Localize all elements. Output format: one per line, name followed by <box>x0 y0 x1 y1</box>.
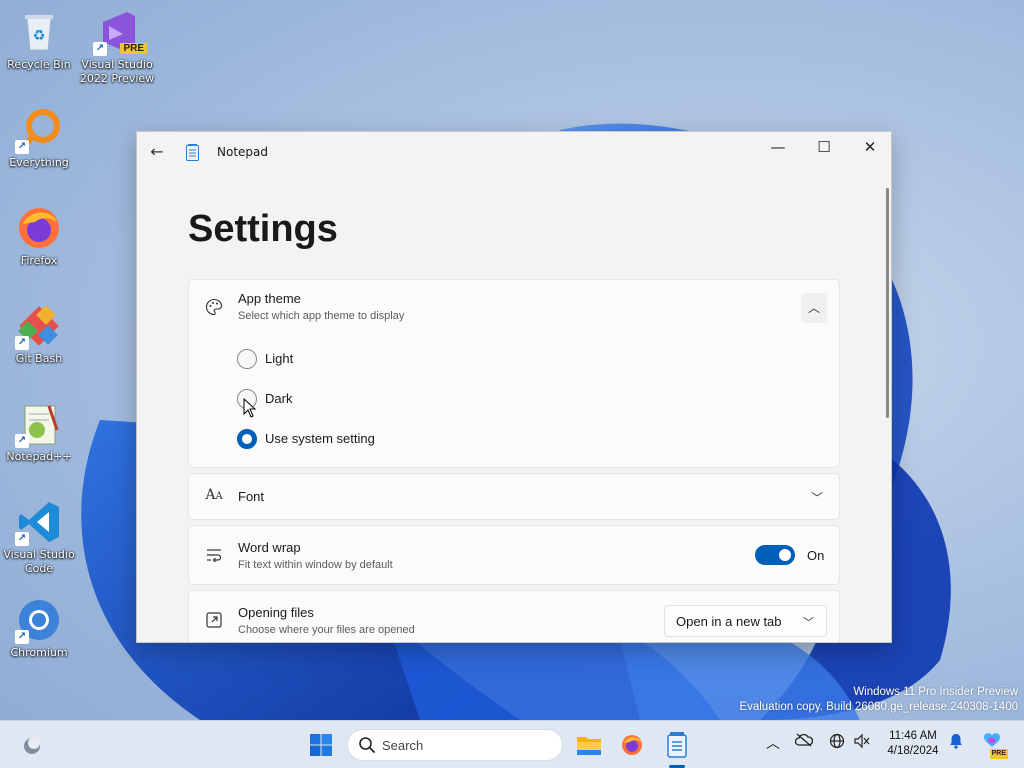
globe-network-icon[interactable] <box>826 733 848 753</box>
desktop-icon-label: Chromium <box>10 646 68 659</box>
evaluation-watermark: Windows 11 Pro Insider Preview Evaluatio… <box>739 685 1018 715</box>
firefox-icon[interactable] <box>616 729 648 761</box>
window-title: Notepad <box>217 145 268 159</box>
clock-date: 4/18/2024 <box>887 745 939 757</box>
font-heading: Font <box>238 489 265 504</box>
app-theme-heading: App theme <box>238 291 301 306</box>
watermark-line-2: Evaluation copy. Build 26080.ge_release.… <box>739 701 1018 713</box>
back-arrow-icon[interactable]: ← <box>147 142 167 162</box>
everything-search-icon: ↗ <box>15 106 63 154</box>
desktop-icon-notepad-plus-plus[interactable]: ↗ Notepad++ <box>1 400 77 464</box>
preview-badge: PRE <box>120 43 147 54</box>
shortcut-arrow-icon: ↗ <box>15 532 29 546</box>
notepad-icon[interactable] <box>661 729 693 761</box>
word-wrap-toggle[interactable] <box>755 545 795 565</box>
copilot-preview-badge: PRE <box>989 749 1008 759</box>
desktop-icon-label: Visual Studio 2022 Preview <box>79 58 155 85</box>
theme-option-label: Dark <box>265 391 293 406</box>
page-title: Settings <box>188 208 338 250</box>
theme-option-label: Use system setting <box>265 431 375 446</box>
desktop-icon-firefox[interactable]: Firefox <box>1 204 77 268</box>
onedrive-offline-icon[interactable] <box>793 733 815 751</box>
opening-files-selected-value: Open in a new tab <box>676 614 782 629</box>
radio-button-selected[interactable] <box>237 429 257 449</box>
shortcut-arrow-icon: ↗ <box>15 336 29 350</box>
font-icon: AA <box>205 487 223 503</box>
search-placeholder: Search <box>382 738 424 753</box>
font-card[interactable]: AA Font ﹀ <box>188 473 840 520</box>
chromium-icon: ↗ <box>15 596 63 644</box>
search-icon <box>358 736 376 754</box>
shortcut-arrow-icon: ↗ <box>15 630 29 644</box>
desktop-icon-vscode[interactable]: ↗ Visual Studio Code <box>1 498 77 576</box>
chevron-down-icon[interactable]: ﹀ <box>811 489 823 506</box>
minimize-button[interactable]: — <box>755 132 801 162</box>
notification-bell-icon[interactable] <box>945 733 967 753</box>
notepad-plus-plus-icon: ↗ <box>15 400 63 448</box>
title-bar[interactable]: ← Notepad — ☐ ✕ <box>137 132 891 172</box>
open-in-window-icon <box>204 611 224 631</box>
show-hidden-icons-chevron-icon[interactable]: ︿ <box>762 733 784 753</box>
git-bash-icon: ↗ <box>15 302 63 350</box>
toggle-knob <box>779 549 791 561</box>
desktop-icon-everything[interactable]: ↗ Everything <box>1 106 77 170</box>
app-theme-description: Select which app theme to display <box>238 310 405 322</box>
shortcut-arrow-icon: ↗ <box>93 42 107 56</box>
desktop-icon-git-bash[interactable]: ↗ Git Bash <box>1 302 77 366</box>
watermark-line-1: Windows 11 Pro Insider Preview <box>853 686 1018 698</box>
word-wrap-heading: Word wrap <box>238 540 301 555</box>
firefox-icon <box>15 204 63 252</box>
word-wrap-description: Fit text within window by default <box>238 559 393 571</box>
palette-icon <box>204 298 224 318</box>
speaker-muted-icon[interactable] <box>851 733 873 753</box>
vscode-icon: ↗ <box>15 498 63 546</box>
desktop-icon-label: Notepad++ <box>6 450 72 463</box>
chevron-down-icon: ﹀ <box>803 616 814 629</box>
app-theme-options: Light Dark Use system setting <box>188 335 840 468</box>
notepad-window: ← Notepad — ☐ ✕ Settings App theme Selec… <box>136 131 892 643</box>
desktop-icon-label: Everything <box>9 156 69 169</box>
shortcut-arrow-icon: ↗ <box>15 434 29 448</box>
file-explorer-icon[interactable] <box>573 729 605 761</box>
taskbar-clock[interactable]: 11:46 AM 4/18/2024 <box>880 729 946 759</box>
vertical-scrollbar[interactable] <box>886 188 889 418</box>
notepad-app-icon <box>186 144 199 161</box>
opening-files-select[interactable]: Open in a new tab ﹀ <box>664 605 827 637</box>
close-button[interactable]: ✕ <box>847 132 891 162</box>
radio-button[interactable] <box>237 349 257 369</box>
theme-option-label: Light <box>265 351 294 366</box>
recycle-bin-icon: ♻ <box>15 8 63 56</box>
start-icon[interactable] <box>305 729 337 761</box>
word-wrap-card: Word wrap Fit text within window by defa… <box>188 525 840 585</box>
opening-files-heading: Opening files <box>238 605 314 620</box>
opening-files-description: Choose where your files are opened <box>238 624 415 636</box>
taskbar: Search ︿ 11:46 AM 4/18/2024 PRE <box>0 720 1024 768</box>
opening-files-card: Opening files Choose where your files ar… <box>188 590 840 642</box>
chevron-up-icon[interactable]: ︿ <box>801 293 827 323</box>
taskbar-search-box[interactable]: Search <box>347 729 563 761</box>
desktop-icon-label: Firefox <box>20 254 58 267</box>
mouse-cursor-icon <box>243 398 257 418</box>
word-wrap-state-label: On <box>807 548 825 563</box>
desktop-icon-label: Recycle Bin <box>7 58 71 71</box>
clock-time: 11:46 AM <box>889 730 937 742</box>
svg-text:♻: ♻ <box>33 28 46 44</box>
widgets-icon[interactable] <box>16 729 48 761</box>
desktop-icon-recycle-bin[interactable]: ♻ Recycle Bin <box>1 8 77 72</box>
desktop-icon-chromium[interactable]: ↗ Chromium <box>1 596 77 660</box>
maximize-button[interactable]: ☐ <box>801 132 847 162</box>
shortcut-arrow-icon: ↗ <box>15 140 29 154</box>
desktop-icon-label: Git Bash <box>15 352 63 365</box>
app-theme-card[interactable]: App theme Select which app theme to disp… <box>188 279 840 336</box>
word-wrap-icon <box>204 546 224 566</box>
copilot-icon[interactable]: PRE <box>978 729 1008 759</box>
desktop-icon-label: Visual Studio Code <box>3 548 75 575</box>
desktop-icon-visual-studio-preview[interactable]: ↗ PRE Visual Studio 2022 Preview <box>79 8 155 86</box>
visual-studio-icon: ↗ PRE <box>93 8 147 56</box>
